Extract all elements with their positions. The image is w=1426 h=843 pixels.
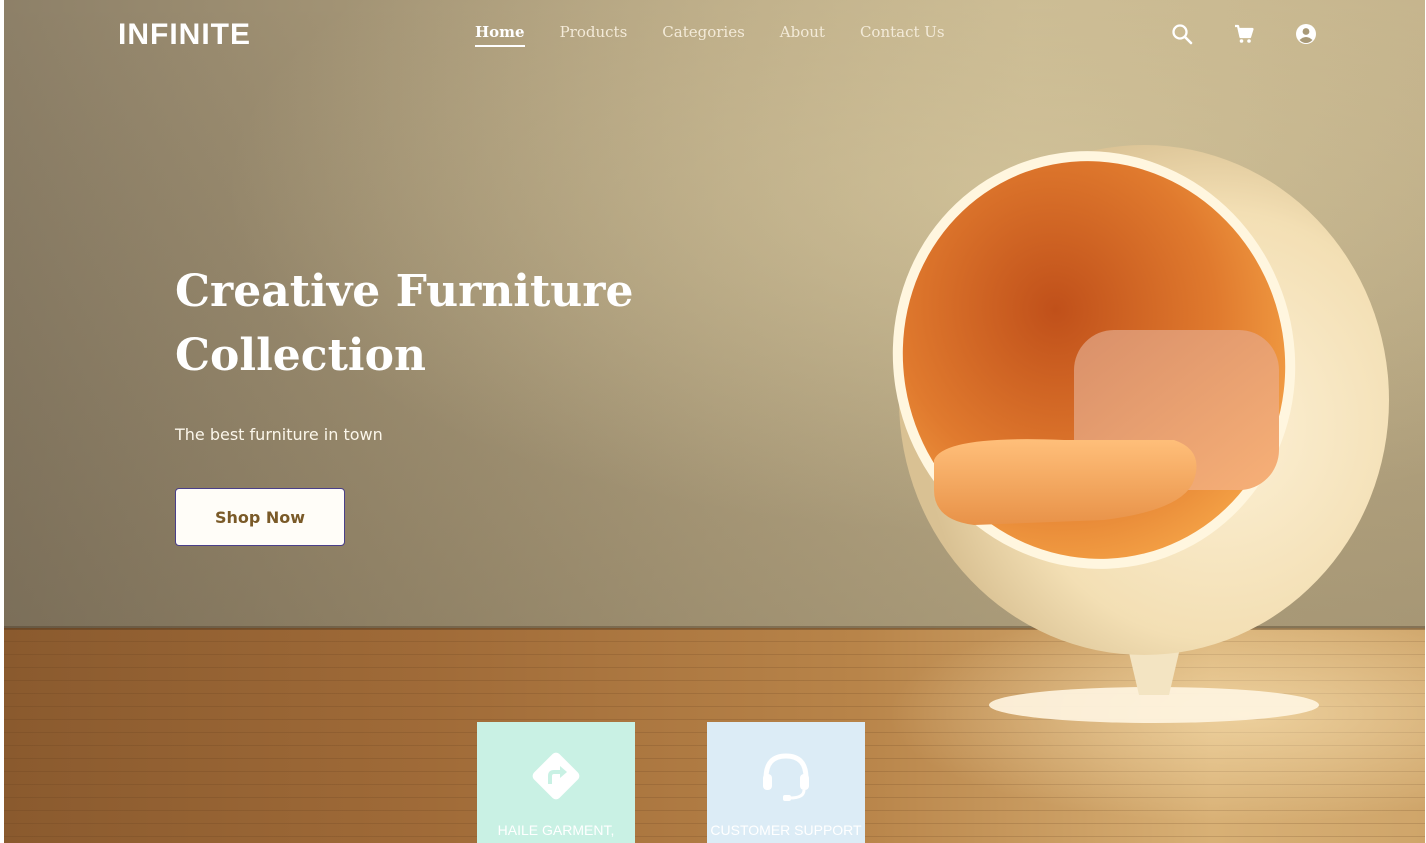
header-actions	[1170, 22, 1318, 46]
headset-icon	[763, 753, 809, 801]
main-nav: Home Products Categories About Contact U…	[475, 23, 980, 47]
shop-now-button[interactable]: Shop Now	[175, 488, 345, 546]
nav-contact-us[interactable]: Contact Us	[860, 23, 945, 47]
nav-about[interactable]: About	[780, 23, 825, 47]
account-icon[interactable]	[1294, 22, 1318, 46]
feature-card-garment[interactable]: HAILE GARMENT,	[477, 722, 635, 843]
egg-chair-image	[892, 145, 1389, 723]
page: INFINITE Home Products Categories About …	[0, 0, 1426, 843]
hero-title-line2: Collection	[175, 330, 426, 381]
search-icon[interactable]	[1170, 22, 1194, 46]
cart-icon[interactable]	[1232, 22, 1256, 46]
hero-title-line1: Creative Furniture	[175, 266, 634, 317]
hero-subtitle: The best furniture in town	[175, 425, 383, 444]
nav-categories[interactable]: Categories	[662, 23, 745, 47]
nav-products[interactable]: Products	[560, 23, 628, 47]
hero-title: Creative Furniture Collection	[175, 260, 635, 388]
feature-card-label: HAILE GARMENT,	[497, 822, 615, 838]
hero-banner: INFINITE Home Products Categories About …	[4, 0, 1425, 843]
brand-logo[interactable]: INFINITE	[118, 18, 251, 52]
nav-home[interactable]: Home	[475, 23, 525, 47]
feature-card-label: CUSTOMER SUPPORT	[710, 822, 862, 838]
directions-icon	[532, 752, 580, 800]
feature-card-support[interactable]: CUSTOMER SUPPORT	[707, 722, 865, 843]
